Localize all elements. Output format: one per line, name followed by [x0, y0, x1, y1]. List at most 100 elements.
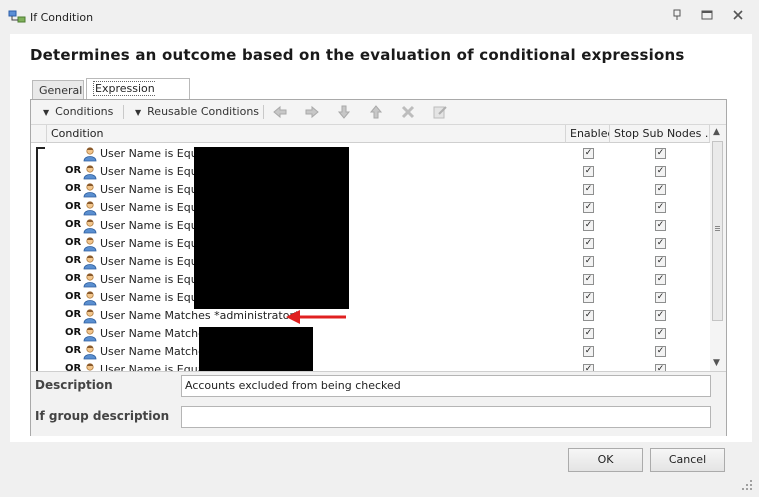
arrow-down-icon[interactable] — [336, 104, 352, 120]
stop-sub-nodes-checkbox[interactable]: ✓ — [655, 346, 666, 357]
stop-sub-nodes-checkbox[interactable]: ✓ — [655, 310, 666, 321]
scroll-up-icon[interactable]: ▲ — [713, 127, 720, 137]
stop-sub-nodes-checkbox[interactable]: ✓ — [655, 328, 666, 339]
table-row[interactable]: OR User Name is Equal ✓ ✓ — [31, 253, 711, 271]
table-row[interactable]: OR User Name is Equal ✓ ✓ — [31, 217, 711, 235]
conditions-label: Conditions — [55, 105, 114, 118]
stop-sub-nodes-checkbox[interactable]: ✓ — [655, 148, 666, 159]
enabled-checkbox[interactable]: ✓ — [583, 310, 594, 321]
enabled-checkbox[interactable]: ✓ — [583, 238, 594, 249]
table-row[interactable]: OR User Name is Equal t ✓ ✓ — [31, 361, 711, 371]
vertical-scrollbar[interactable]: ▲ ▼ — [710, 125, 726, 371]
tab-general[interactable]: General — [32, 80, 84, 100]
condition-text: User Name Matches *administrator* — [100, 309, 300, 322]
condition-text: User Name is Equal — [100, 291, 208, 304]
table-row[interactable]: OR User Name Matches ✓ ✓ — [31, 343, 711, 361]
operator-label: OR — [65, 237, 82, 248]
condition-text: User Name is Equal — [100, 147, 208, 160]
condition-text: User Name is Equal — [100, 165, 208, 178]
enabled-checkbox[interactable]: ✓ — [583, 166, 594, 177]
stop-sub-nodes-checkbox[interactable]: ✓ — [655, 256, 666, 267]
table-row[interactable]: OR User Name Matches ✓ ✓ — [31, 325, 711, 343]
operator-label: OR — [65, 291, 82, 302]
redacted-region — [194, 147, 349, 309]
user-icon — [82, 254, 98, 270]
delete-icon[interactable] — [400, 104, 416, 120]
scroll-down-icon[interactable]: ▼ — [713, 358, 720, 368]
condition-text: User Name is Equal — [100, 183, 208, 196]
arrow-left-icon[interactable] — [272, 104, 288, 120]
operator-label: OR — [65, 309, 82, 320]
operator-label: OR — [65, 201, 82, 212]
stop-sub-nodes-checkbox[interactable]: ✓ — [655, 202, 666, 213]
redacted-region — [199, 327, 313, 371]
stop-sub-nodes-checkbox[interactable]: ✓ — [655, 364, 666, 371]
description-input[interactable]: Accounts excluded from being checked — [181, 375, 711, 397]
scrollbar-thumb[interactable] — [712, 141, 723, 321]
stop-sub-nodes-checkbox[interactable]: ✓ — [655, 274, 666, 285]
table-row[interactable]: OR User Name is Equal ✓ ✓ — [31, 181, 711, 199]
table-row[interactable]: OR User Name is Equal ✓ ✓ — [31, 289, 711, 307]
reusable-conditions-dropdown[interactable]: ▼ Reusable Conditions — [135, 104, 259, 120]
enabled-checkbox[interactable]: ✓ — [583, 346, 594, 357]
edit-icon[interactable] — [432, 104, 448, 120]
group-description-input[interactable] — [181, 406, 711, 428]
enabled-checkbox[interactable]: ✓ — [583, 184, 594, 195]
user-icon — [82, 326, 98, 342]
table-row[interactable]: OR User Name Matches *administrator* ✓ ✓ — [31, 307, 711, 325]
enabled-checkbox[interactable]: ✓ — [583, 328, 594, 339]
condition-text: User Name is Equal — [100, 255, 208, 268]
cancel-button[interactable]: Cancel — [650, 448, 725, 472]
tab-expression-builder[interactable]: Expression Builder — [86, 78, 190, 116]
condition-text: User Name is Equal — [100, 219, 208, 232]
chevron-down-icon: ▼ — [135, 108, 142, 117]
toolbar-separator — [263, 105, 264, 119]
description-label: Description — [35, 378, 113, 392]
enabled-checkbox[interactable]: ✓ — [583, 202, 594, 213]
close-icon[interactable] — [730, 9, 746, 25]
condition-text: User Name is Equal — [100, 201, 208, 214]
arrow-up-icon[interactable] — [368, 104, 384, 120]
stop-sub-nodes-checkbox[interactable]: ✓ — [655, 220, 666, 231]
column-header-stop-sub-nodes[interactable]: Stop Sub Nodes ... — [610, 125, 710, 143]
enabled-checkbox[interactable]: ✓ — [583, 220, 594, 231]
table-row[interactable]: OR User Name is Equal ✓ ✓ — [31, 235, 711, 253]
stop-sub-nodes-checkbox[interactable]: ✓ — [655, 292, 666, 303]
stop-sub-nodes-checkbox[interactable]: ✓ — [655, 238, 666, 249]
pin-icon[interactable] — [669, 9, 685, 25]
enabled-checkbox[interactable]: ✓ — [583, 364, 594, 371]
toolbar-separator — [123, 105, 124, 119]
table-row[interactable]: OR User Name is Equal ✓ ✓ — [31, 271, 711, 289]
enabled-checkbox[interactable]: ✓ — [583, 148, 594, 159]
maximize-icon[interactable] — [699, 9, 715, 25]
page-heading: Determines an outcome based on the evalu… — [30, 46, 685, 64]
column-header-condition[interactable]: Condition — [47, 125, 566, 143]
enabled-checkbox[interactable]: ✓ — [583, 292, 594, 303]
operator-label: OR — [65, 327, 82, 338]
table-row[interactable]: User Name is Equal ✓ ✓ — [31, 145, 711, 163]
operator-label: OR — [65, 345, 82, 356]
user-icon — [82, 182, 98, 198]
window-title: If Condition — [30, 11, 94, 24]
table-row[interactable]: OR User Name is Equal ✓ ✓ — [31, 199, 711, 217]
stop-sub-nodes-checkbox[interactable]: ✓ — [655, 184, 666, 195]
condition-text: User Name Matches — [100, 345, 211, 358]
enabled-checkbox[interactable]: ✓ — [583, 274, 594, 285]
group-description-label: If group description — [35, 409, 170, 423]
conditions-dropdown[interactable]: ▼ Conditions — [43, 104, 113, 120]
resize-grip-icon[interactable] — [740, 478, 754, 492]
user-icon — [82, 218, 98, 234]
operator-label: OR — [65, 219, 82, 230]
ok-button[interactable]: OK — [568, 448, 643, 472]
condition-text: User Name is Equal — [100, 273, 208, 286]
stop-sub-nodes-checkbox[interactable]: ✓ — [655, 166, 666, 177]
reusable-conditions-label: Reusable Conditions — [147, 105, 260, 118]
arrow-right-icon[interactable] — [304, 104, 320, 120]
user-icon — [82, 146, 98, 162]
enabled-checkbox[interactable]: ✓ — [583, 256, 594, 267]
user-icon — [82, 164, 98, 180]
table-row[interactable]: OR User Name is Equal ✓ ✓ — [31, 163, 711, 181]
column-header-enabled[interactable]: Enabled — [566, 125, 610, 143]
conditions-grid: Condition Enabled Stop Sub Nodes ... Use… — [31, 125, 726, 371]
window-titlebar: If Condition — [0, 0, 759, 34]
